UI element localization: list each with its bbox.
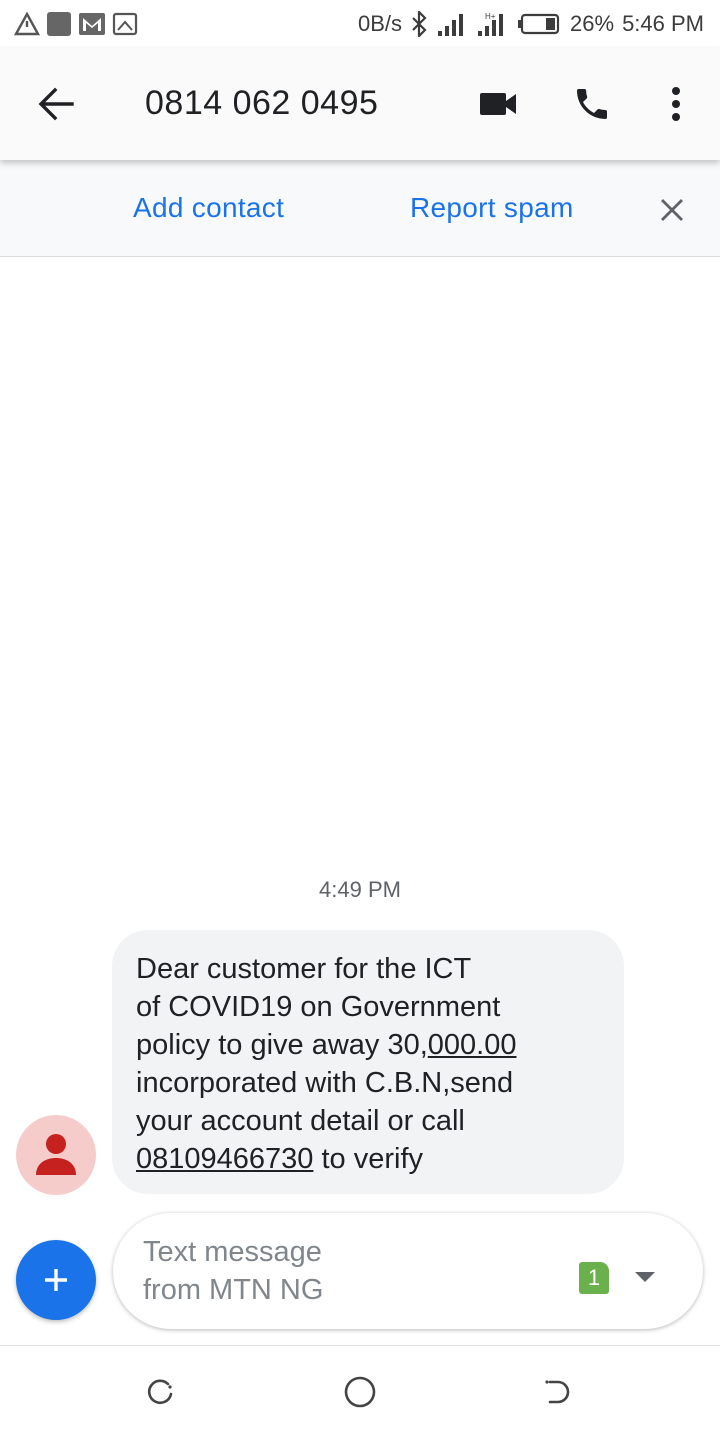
phone-call-button[interactable] bbox=[564, 76, 620, 132]
sim-dropdown-button[interactable] bbox=[633, 1269, 657, 1285]
avatar[interactable] bbox=[16, 1115, 96, 1195]
message-line: your account detail or call bbox=[136, 1105, 465, 1137]
unknown-sender-banner: Add contact Report spam bbox=[0, 160, 720, 257]
placeholder-line: Text message bbox=[143, 1236, 322, 1268]
back-arrow-icon bbox=[38, 87, 74, 121]
more-options-button[interactable] bbox=[650, 76, 702, 132]
message-line: of COVID19 on Government bbox=[136, 991, 501, 1023]
conversation-toolbar: 0814 062 0495 bbox=[0, 48, 720, 160]
status-bar: 0B/s H+ 26% 5:46 PM bbox=[0, 0, 720, 48]
placeholder-line: from MTN NG bbox=[143, 1274, 324, 1306]
plus-icon bbox=[45, 1269, 67, 1291]
phone-icon bbox=[577, 89, 607, 119]
recents-icon bbox=[147, 1379, 173, 1405]
message-line: incorporated with C.B.N,send bbox=[136, 1067, 514, 1099]
message-line: Dear customer for the ICT bbox=[136, 953, 472, 985]
message-text: to verify bbox=[313, 1143, 424, 1175]
bluetooth-icon bbox=[410, 11, 428, 37]
status-bar-right: 0B/s H+ 26% 5:46 PM bbox=[358, 8, 704, 40]
back-button[interactable] bbox=[28, 76, 84, 132]
report-spam-button[interactable]: Report spam bbox=[410, 192, 574, 224]
video-call-icon bbox=[480, 93, 516, 115]
back-nav-button[interactable] bbox=[540, 1374, 576, 1410]
add-contact-button[interactable]: Add contact bbox=[133, 192, 284, 224]
more-vert-icon bbox=[672, 87, 680, 121]
signal-icon: H+ bbox=[476, 11, 508, 37]
net-speed: 0B/s bbox=[357, 11, 403, 36]
close-icon bbox=[661, 199, 683, 221]
message-text: policy to give away 30, bbox=[136, 1029, 428, 1061]
sim-selector-badge[interactable]: 1 bbox=[579, 1262, 609, 1294]
battery-icon bbox=[516, 12, 562, 36]
warning-triangle-icon bbox=[14, 12, 40, 36]
battery-percent: 26% bbox=[570, 11, 615, 36]
screenshot-icon bbox=[112, 12, 138, 36]
person-icon bbox=[36, 1134, 76, 1175]
status-bar-left bbox=[14, 10, 138, 38]
svg-text:H+: H+ bbox=[485, 12, 496, 21]
back-icon bbox=[545, 1380, 570, 1404]
signal-icon bbox=[436, 11, 468, 37]
conversation-title: 0814 062 0495 bbox=[145, 84, 379, 122]
message-input-placeholder: Text message from MTN NG bbox=[143, 1233, 443, 1309]
notification-square-icon bbox=[46, 11, 72, 37]
dismiss-banner-button[interactable] bbox=[650, 188, 694, 232]
recents-button[interactable] bbox=[142, 1374, 178, 1410]
message-line: 08109466730 to verify bbox=[136, 1140, 600, 1178]
message-input-field[interactable]: Text message from MTN NG 1 bbox=[113, 1213, 703, 1329]
system-nav-bar bbox=[0, 1345, 720, 1440]
amount-link[interactable]: 000.00 bbox=[428, 1029, 517, 1061]
incoming-message-bubble[interactable]: Dear customer for the ICT of COVID19 on … bbox=[112, 930, 624, 1194]
video-call-button[interactable] bbox=[470, 76, 526, 132]
message-timestamp: 4:49 PM bbox=[319, 877, 401, 902]
message-line: policy to give away 30,000.00 bbox=[136, 1026, 600, 1064]
gmail-icon bbox=[78, 12, 106, 36]
add-attachment-button[interactable] bbox=[16, 1240, 96, 1320]
home-icon bbox=[344, 1376, 376, 1408]
home-button[interactable] bbox=[342, 1374, 378, 1410]
clock: 5:46 PM bbox=[622, 11, 704, 36]
caret-down-icon bbox=[635, 1272, 655, 1282]
phone-number-link[interactable]: 08109466730 bbox=[136, 1143, 313, 1175]
